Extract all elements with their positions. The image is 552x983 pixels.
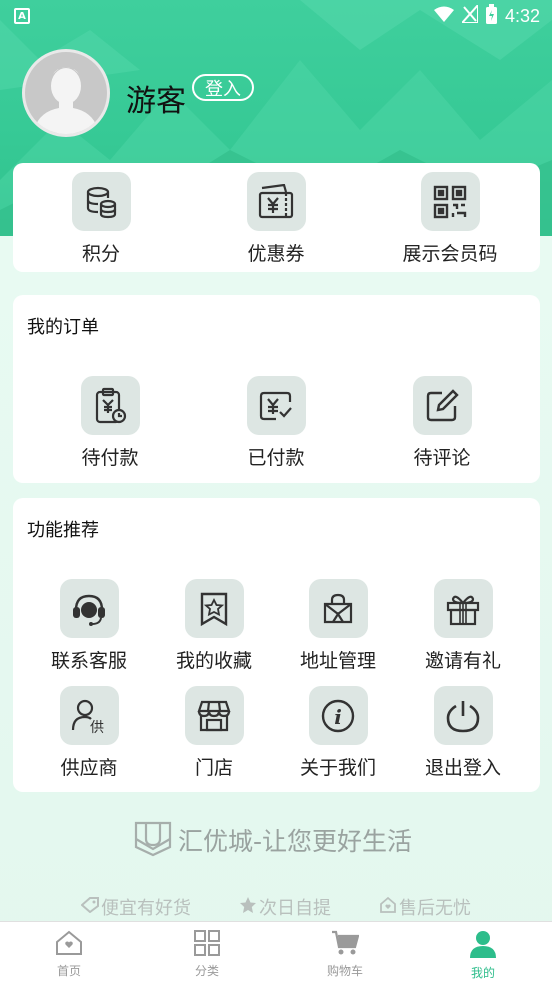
tab-cart[interactable]: 购物车 [276, 922, 414, 983]
clock: 4:32 [504, 5, 540, 26]
about-label: 关于我们 [299, 757, 376, 779]
headset-icon [59, 579, 119, 638]
tab-category[interactable]: 分类 [138, 922, 276, 983]
supplier-entry[interactable]: 供 供应商 [24, 686, 154, 780]
orders-title: 我的订单 [27, 317, 99, 338]
store-entry[interactable]: 门店 [149, 686, 279, 780]
signal-icon [459, 2, 479, 27]
bookmark-star-icon [184, 579, 244, 638]
profile-icon [469, 930, 497, 962]
invite-entry[interactable]: 邀请有礼 [398, 579, 528, 673]
notification-icon: A [14, 8, 30, 24]
customer-service-label: 联系客服 [50, 650, 127, 672]
cart-icon [331, 930, 360, 960]
address-icon [308, 579, 368, 638]
invite-label: 邀请有礼 [424, 650, 501, 672]
badge-pickup: 次日自提 [239, 894, 331, 920]
pending-payment-label: 待付款 [81, 447, 139, 469]
order-pending-payment[interactable]: 待付款 [45, 376, 175, 470]
orders-card: 我的订单 待付款 已付款 待评论 [13, 295, 540, 483]
qrcode-icon [420, 172, 480, 231]
member-code-entry[interactable]: 展示会员码 [385, 172, 515, 266]
category-icon [193, 930, 221, 960]
bottom-tab-bar: 首页 分类 购物车 我的 [0, 921, 552, 983]
home-icon [55, 930, 83, 960]
badge-cheap-label: 便宜有好货 [101, 898, 191, 919]
wifi-icon [433, 6, 454, 26]
svg-text:i: i [334, 705, 342, 729]
badge-aftersale-label: 售后无忧 [399, 898, 471, 919]
coupon-icon [246, 172, 306, 231]
paid-label: 已付款 [247, 447, 305, 469]
customer-service-entry[interactable]: 联系客服 [24, 579, 154, 673]
status-bar: A 4:32 [0, 0, 552, 32]
favorites-label: 我的收藏 [175, 650, 252, 672]
slogan-text: 汇优城-让您更好生活 [178, 827, 413, 856]
tab-category-label: 分类 [194, 964, 219, 978]
order-review[interactable]: 待评论 [377, 376, 507, 470]
features-card: 功能推荐 联系客服 我的收藏 地址管理 邀请有礼 供 供应商 门店 i 关于我们… [13, 498, 540, 792]
power-icon [433, 686, 493, 745]
about-entry[interactable]: i 关于我们 [273, 686, 403, 780]
tag-icon [80, 896, 99, 918]
tab-profile-label: 我的 [470, 966, 495, 980]
avatar[interactable] [22, 49, 110, 137]
points-entry[interactable]: 积分 [36, 172, 166, 266]
member-code-label: 展示会员码 [402, 243, 498, 265]
store-label: 门店 [194, 757, 233, 779]
logout-label: 退出登入 [424, 757, 501, 779]
order-paid[interactable]: 已付款 [211, 376, 341, 470]
logout-entry[interactable]: 退出登入 [398, 686, 528, 780]
review-icon [412, 376, 472, 435]
points-label: 积分 [81, 243, 120, 265]
tab-cart-label: 购物车 [326, 964, 363, 978]
tab-home-label: 首页 [56, 964, 81, 978]
badge-aftersale: 售后无忧 [379, 894, 471, 920]
supplier-label: 供应商 [60, 757, 118, 779]
gift-icon [433, 579, 493, 638]
battery-icon [485, 4, 497, 28]
svg-text:供: 供 [90, 720, 104, 735]
badge-pickup-label: 次日自提 [259, 898, 331, 919]
favorites-entry[interactable]: 我的收藏 [149, 579, 279, 673]
coupon-label: 优惠券 [247, 243, 305, 265]
service-badges: 便宜有好货 次日自提 售后无忧 [0, 894, 552, 920]
tab-home[interactable]: 首页 [0, 922, 138, 983]
badge-cheap: 便宜有好货 [80, 894, 191, 920]
supplier-icon: 供 [59, 686, 119, 745]
store-icon [184, 686, 244, 745]
brand-slogan: 汇优城-让您更好生活 [134, 820, 412, 860]
login-button[interactable]: 登入 [192, 74, 254, 101]
features-title: 功能推荐 [27, 520, 99, 541]
tab-profile[interactable]: 我的 [414, 922, 552, 983]
star-icon [239, 896, 257, 919]
quick-access-card: 积分 优惠券 展示会员码 [13, 163, 540, 272]
info-icon: i [308, 686, 368, 745]
coins-icon [71, 172, 131, 231]
address-label: 地址管理 [299, 650, 376, 672]
username: 游客 [126, 84, 186, 119]
coupon-entry[interactable]: 优惠券 [211, 172, 341, 266]
address-entry[interactable]: 地址管理 [273, 579, 403, 673]
brand-logo-icon [134, 819, 172, 861]
review-label: 待评论 [413, 447, 471, 469]
pending-payment-icon [80, 376, 140, 435]
paid-icon [246, 376, 306, 435]
home-heart-icon [379, 896, 397, 919]
